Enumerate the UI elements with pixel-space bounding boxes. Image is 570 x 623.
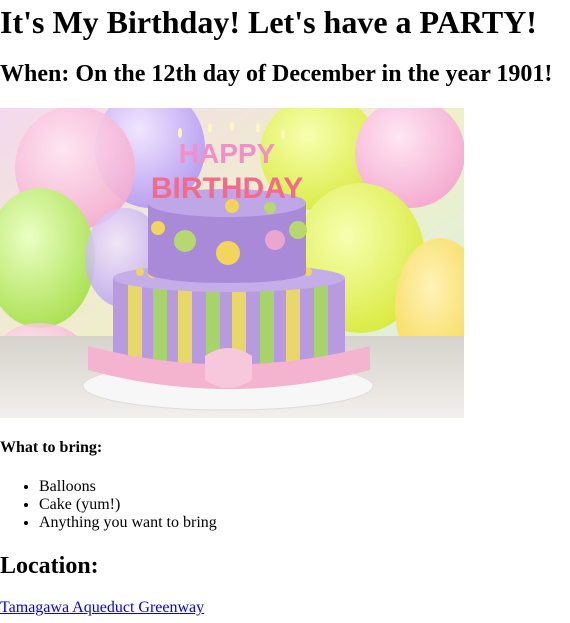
page-title: It's My Birthday! Let's have a PARTY!: [0, 4, 537, 40]
list-item: Cake (yum!): [39, 496, 217, 514]
list-item: Balloons: [39, 478, 217, 496]
bring-list: Balloons Cake (yum!) Anything you want t…: [0, 478, 217, 532]
cake-topper-line1: HAPPY: [179, 138, 276, 169]
event-date: When: On the 12th day of December in the…: [0, 61, 553, 87]
list-item: Anything you want to bring: [39, 514, 217, 532]
cake-topper-line2: BIRTHDAY: [151, 172, 303, 205]
location-heading: Location:: [0, 553, 99, 579]
location-link[interactable]: Tamagawa Aqueduct Greenway: [0, 598, 204, 618]
what-to-bring-heading: What to bring:: [0, 439, 103, 456]
birthday-cake-image: HAPPY BIRTHDAY: [0, 108, 464, 418]
